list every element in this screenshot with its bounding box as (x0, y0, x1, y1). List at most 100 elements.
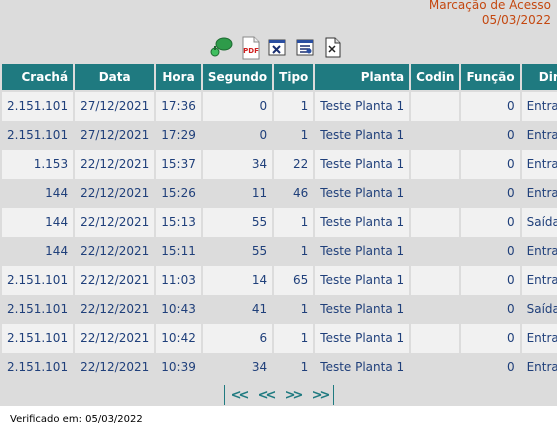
cell-cracha: 2.151.101 (2, 266, 74, 295)
col-header-hora[interactable]: Hora (156, 64, 201, 92)
cell-funcao: 0 (461, 208, 520, 237)
cell-hora: 15:13 (156, 208, 201, 237)
cell-tipo: 1 (274, 237, 314, 266)
table-row[interactable]: 144 22/12/2021 15:11 55 1 Teste Planta 1 0 Entr… (2, 237, 557, 266)
cell-tipo: 1 (274, 353, 314, 382)
table-row[interactable]: 2.151.101 22/12/2021 11:03 14 65 Teste Planta… (2, 266, 557, 295)
col-header-segundo[interactable]: Segundo (202, 64, 273, 92)
access-table: Crachá Data Hora Segundo Tipo Planta Cod… (0, 64, 557, 382)
table-row[interactable]: 1.153 22/12/2021 15:37 34 22 Teste Planta 1 0E… (2, 150, 557, 179)
cell-tipo: 1 (274, 208, 314, 237)
table-row[interactable]: 2.151.101 22/12/2021 10:43 41 1 Teste Planta … (2, 295, 557, 324)
table-row[interactable]: 144 22/12/2021 15:13 55 1 Teste Planta 1 0 Saíd… (2, 208, 557, 237)
cell-funcao: 0 (461, 92, 520, 121)
cell-codin (411, 121, 460, 150)
cell-dir: Entrada (521, 353, 557, 382)
table-row[interactable]: 2.151.101 27/12/2021 17:36 0 1 Teste Planta 1… (2, 92, 557, 121)
cell-planta: Teste Planta 1 (315, 266, 410, 295)
cell-planta: Teste Planta 1 (315, 150, 410, 179)
word-icon[interactable] (296, 38, 316, 62)
cell-data: 22/12/2021 (75, 150, 155, 179)
cell-segundo: 11 (202, 179, 273, 208)
cell-codin (411, 92, 460, 121)
cell-hora: 15:26 (156, 179, 201, 208)
cell-dir: Entrada (521, 324, 557, 353)
export-toolbar: PDF (210, 36, 360, 62)
pdf-icon-label: PDF (243, 47, 259, 55)
cell-data: 22/12/2021 (75, 353, 155, 382)
cell-cracha: 2.151.101 (2, 353, 74, 382)
cell-cracha: 144 (2, 208, 74, 237)
cell-hora: 10:42 (156, 324, 201, 353)
cell-tipo: 1 (274, 121, 314, 150)
cell-hora: 17:36 (156, 92, 201, 121)
col-header-dir[interactable]: Dir. (521, 64, 557, 92)
map-marker-icon[interactable] (210, 36, 234, 62)
cell-dir: Saída (521, 208, 557, 237)
cell-data: 22/12/2021 (75, 208, 155, 237)
report-panel: Marcação de Acesso 05/03/2022 PDF Crachá… (0, 0, 557, 406)
cell-planta: Teste Planta 1 (315, 295, 410, 324)
cell-funcao: 0 (461, 237, 520, 266)
cell-funcao: 0 (461, 324, 520, 353)
cell-funcao: 0 (461, 121, 520, 150)
cell-codin (411, 295, 460, 324)
cell-dir: Entrada (521, 150, 557, 179)
cell-cracha: 2.151.101 (2, 324, 74, 353)
cell-planta: Teste Planta 1 (315, 324, 410, 353)
cell-data: 22/12/2021 (75, 237, 155, 266)
cell-segundo: 34 (202, 353, 273, 382)
cell-tipo: 1 (274, 92, 314, 121)
cell-codin (411, 208, 460, 237)
cell-planta: Teste Planta 1 (315, 237, 410, 266)
cell-dir: Entrada (521, 266, 557, 295)
cell-hora: 15:11 (156, 237, 201, 266)
cell-data: 27/12/2021 (75, 92, 155, 121)
col-header-planta[interactable]: Planta (315, 64, 410, 92)
cell-dir: Entrada (521, 92, 557, 121)
cell-cracha: 144 (2, 179, 74, 208)
cell-cracha: 144 (2, 237, 74, 266)
cell-codin (411, 179, 460, 208)
cell-funcao: 0 (461, 150, 520, 179)
cell-data: 22/12/2021 (75, 266, 155, 295)
last-page-button[interactable]: >> (312, 388, 331, 403)
cell-segundo: 6 (202, 324, 273, 353)
cell-hora: 15:37 (156, 150, 201, 179)
cell-planta: Teste Planta 1 (315, 208, 410, 237)
document-icon[interactable] (324, 37, 342, 63)
next-page-button[interactable]: >> (285, 388, 304, 403)
cell-tipo: 22 (274, 150, 314, 179)
report-title: Marcação de Acesso (428, 0, 551, 12)
excel-icon[interactable] (268, 38, 288, 62)
cell-hora: 10:39 (156, 353, 201, 382)
cell-tipo: 1 (274, 324, 314, 353)
cell-hora: 10:43 (156, 295, 201, 324)
table-row[interactable]: 144 22/12/2021 15:26 11 46 Teste Planta 1 0 Ent… (2, 179, 557, 208)
pdf-icon[interactable]: PDF (240, 36, 262, 64)
cell-segundo: 14 (202, 266, 273, 295)
col-header-funcao[interactable]: Função (461, 64, 520, 92)
verified-footer: Verificado em: 05/03/2022 (10, 414, 143, 425)
table-row[interactable]: 2.151.101 27/12/2021 17:29 0 1 Teste Planta 1… (2, 121, 557, 150)
col-header-data[interactable]: Data (75, 64, 155, 92)
col-header-cracha[interactable]: Crachá (2, 64, 74, 92)
cell-segundo: 55 (202, 208, 273, 237)
col-header-tipo[interactable]: Tipo (274, 64, 314, 92)
table-header-row: Crachá Data Hora Segundo Tipo Planta Cod… (2, 64, 557, 92)
col-header-codin[interactable]: Codin (411, 64, 460, 92)
prev-page-button[interactable]: << (258, 388, 277, 403)
cell-planta: Teste Planta 1 (315, 92, 410, 121)
cell-data: 22/12/2021 (75, 324, 155, 353)
cell-tipo: 1 (274, 295, 314, 324)
cell-segundo: 41 (202, 295, 273, 324)
cell-hora: 17:29 (156, 121, 201, 150)
report-header: Marcação de Acesso 05/03/2022 (429, 0, 551, 28)
table-row[interactable]: 2.151.101 22/12/2021 10:39 34 1 Teste Planta … (2, 353, 557, 382)
table-row[interactable]: 2.151.101 22/12/2021 10:42 6 1 Teste Planta 1… (2, 324, 557, 353)
cell-cracha: 2.151.101 (2, 295, 74, 324)
cell-data: 27/12/2021 (75, 121, 155, 150)
first-page-button[interactable]: << (231, 388, 250, 403)
cell-segundo: 0 (202, 121, 273, 150)
cell-cracha: 2.151.101 (2, 92, 74, 121)
